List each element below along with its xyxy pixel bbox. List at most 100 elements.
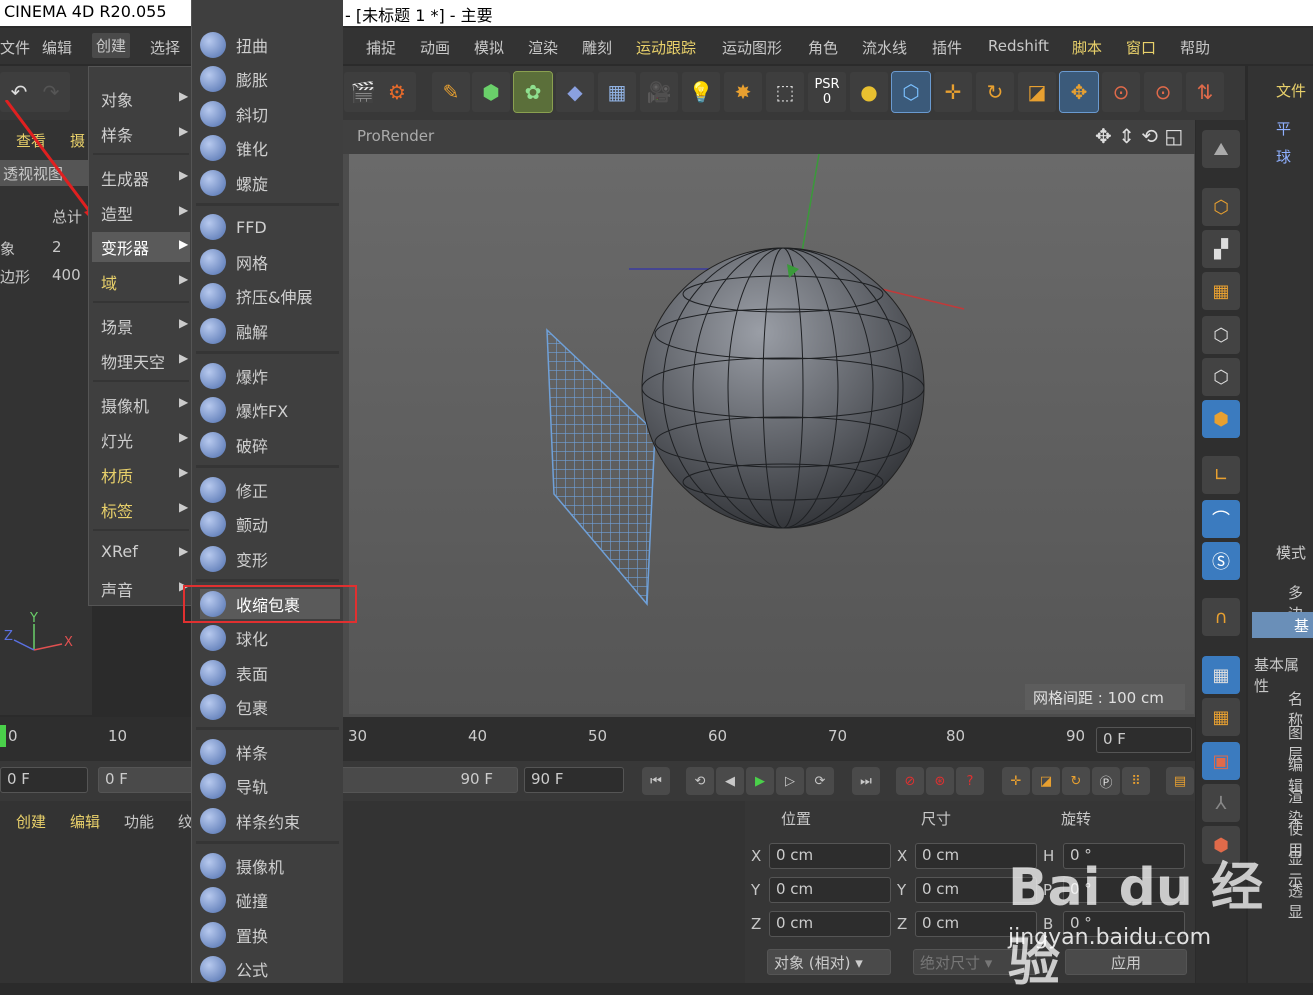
deformer-shear[interactable]: 斜切 <box>200 99 340 129</box>
start-frame-field[interactable]: 0 F <box>0 767 88 793</box>
mat-menu-function[interactable]: 功能 <box>124 811 154 832</box>
menu-render[interactable]: 渲染 <box>528 37 558 58</box>
cloner-icon[interactable]: ✿ <box>513 71 553 113</box>
coord-mode-dropdown[interactable]: 对象 (相对) ▾ <box>767 949 891 975</box>
attr-basic-tab[interactable]: 基 <box>1252 612 1313 638</box>
menu-motion-tracking[interactable]: 运动跟踪 <box>636 37 696 58</box>
menu-create[interactable]: 创建 <box>92 33 131 58</box>
viewport-solo-icon[interactable]: ▣ <box>1202 742 1240 780</box>
menu1-item-deformer[interactable]: 变形器 <box>101 235 149 259</box>
deformer-jiggle[interactable]: 颤动 <box>200 509 340 539</box>
menu-snap[interactable]: 捕捉 <box>366 37 396 58</box>
viewport-canvas[interactable] <box>349 153 1194 714</box>
renderer-label[interactable]: ProRender <box>357 127 434 145</box>
menu-animate[interactable]: 动画 <box>420 37 450 58</box>
menu1-item-light[interactable]: 灯光 <box>101 428 133 452</box>
pen-icon[interactable]: ✎ <box>432 72 470 112</box>
workplane-lock-icon[interactable]: ▦ <box>1202 656 1240 694</box>
deformer-camera[interactable]: 摄像机 <box>200 851 340 881</box>
deformer-spline[interactable]: 样条 <box>200 737 340 767</box>
menu1-item-sound[interactable]: 声音 <box>101 577 133 601</box>
deformer-displacer[interactable]: 置换 <box>200 920 340 950</box>
deformer-mesh[interactable]: 网格 <box>200 247 340 277</box>
menu1-item-object[interactable]: 对象 <box>101 87 133 111</box>
mat-menu-edit[interactable]: 编辑 <box>70 811 100 832</box>
record-icon[interactable]: ⊘ <box>896 767 924 795</box>
key-rotation-icon[interactable]: ↻ <box>1062 767 1090 795</box>
deformer-squash-stretch[interactable]: 挤压&伸展 <box>200 281 340 311</box>
coordinate-system-icon[interactable]: ● <box>850 72 888 112</box>
menu-edit[interactable]: 编辑 <box>42 37 72 58</box>
menu1-item-physical-sky[interactable]: 物理天空 <box>101 349 165 373</box>
menu1-item-spline[interactable]: 样条 <box>101 122 133 146</box>
polygons-mode-icon[interactable]: ⬢ <box>1202 400 1240 438</box>
pointer-icon[interactable]: ⊙ <box>1102 72 1140 112</box>
deformer-spline-wrap[interactable]: 样条约束 <box>200 806 340 836</box>
deformer-explosion[interactable]: 爆炸 <box>200 361 340 391</box>
polygon-mesh-icon[interactable]: ▦ <box>1202 272 1240 310</box>
cube-object-icon[interactable]: ⬡ <box>1202 188 1240 226</box>
attr-mode-menu[interactable]: 模式 <box>1276 542 1306 563</box>
goto-start-icon[interactable]: ⏮ <box>642 767 670 795</box>
next-key-icon[interactable]: ⟳ <box>806 767 834 795</box>
deformer-taper[interactable]: 锥化 <box>200 133 340 163</box>
deformer-formula[interactable]: 公式 <box>200 954 340 984</box>
camera-icon[interactable]: 🎥 <box>640 72 678 112</box>
menu1-item-tag[interactable]: 标签 <box>101 498 133 522</box>
play-icon[interactable]: ▶ <box>746 767 774 795</box>
deformer-bend[interactable]: 扭曲 <box>200 30 340 60</box>
scene-icon[interactable]: ⬚ <box>766 72 804 112</box>
deformer-ffd[interactable]: FFD <box>200 212 340 242</box>
key-position-icon[interactable]: ✛ <box>1002 767 1030 795</box>
deformer-collision[interactable]: 碰撞 <box>200 885 340 915</box>
menu1-item-material[interactable]: 材质 <box>101 463 133 487</box>
menu-mograph[interactable]: 运动图形 <box>722 37 782 58</box>
render-view-icon[interactable]: 🎬 <box>344 72 382 112</box>
deformer-explosion-fx[interactable]: 爆炸FX <box>200 395 340 425</box>
menu-plugins[interactable]: 插件 <box>932 37 962 58</box>
render-settings-icon[interactable]: ⚙ <box>378 72 416 112</box>
terrain-icon[interactable]: ⛰ <box>1202 130 1240 168</box>
key-scale-icon[interactable]: ◪ <box>1032 767 1060 795</box>
workplane-icon[interactable]: ▦ <box>1202 698 1240 736</box>
menu-redshift[interactable]: Redshift <box>988 37 1049 55</box>
snap-s-icon[interactable]: Ⓢ <box>1202 542 1240 580</box>
position-x-field[interactable]: 0 cm <box>769 843 891 869</box>
deformer-surface[interactable]: 表面 <box>200 658 340 688</box>
key-pla-icon[interactable]: ⠿ <box>1122 767 1150 795</box>
position-y-field[interactable]: 0 cm <box>769 877 891 903</box>
key-param-icon[interactable]: Ⓟ <box>1092 767 1120 795</box>
deformer-spherify[interactable]: 球化 <box>200 623 340 653</box>
goto-end-icon[interactable]: ⏭ <box>852 767 880 795</box>
menu1-item-modeling[interactable]: 造型 <box>101 201 133 225</box>
menu-help[interactable]: 帮助 <box>1180 37 1210 58</box>
effector-icon[interactable]: ✸ <box>724 72 762 112</box>
tweak-mode-icon[interactable]: ⌒ <box>1202 500 1240 538</box>
menu-simulate[interactable]: 模拟 <box>474 37 504 58</box>
axis-mode-icon[interactable]: ∟ <box>1202 456 1240 494</box>
prev-key-icon[interactable]: ⟲ <box>686 767 714 795</box>
current-frame-field[interactable]: 0 F <box>1096 727 1192 753</box>
menu1-item-xref[interactable]: XRef <box>101 542 138 561</box>
edges-mode-icon[interactable]: ⬡ <box>1202 358 1240 396</box>
model-mode-icon[interactable]: ⬡ <box>891 71 931 113</box>
scale-tool-icon[interactable]: ◪ <box>1018 72 1056 112</box>
menu1-item-field[interactable]: 域 <box>101 270 117 294</box>
menu1-item-generator[interactable]: 生成器 <box>101 166 149 190</box>
deformer-correction[interactable]: 修正 <box>200 475 340 505</box>
psr-icon[interactable]: PSR 0 <box>808 72 846 112</box>
cube-generator-icon[interactable]: ⬢ <box>472 72 510 112</box>
menu-pipeline[interactable]: 流水线 <box>862 37 907 58</box>
menu-window[interactable]: 窗口 <box>1126 37 1156 58</box>
deformer-rail[interactable]: 导轨 <box>200 771 340 801</box>
end-frame-field[interactable]: 90 F <box>524 767 624 793</box>
object-item-sphere[interactable]: 球 <box>1276 146 1291 167</box>
timeline-icon[interactable]: ▤ <box>1166 767 1194 795</box>
axis-icon[interactable]: ⇅ <box>1186 72 1224 112</box>
floor-icon[interactable]: ▦ <box>598 72 636 112</box>
pointer-alt-icon[interactable]: ⊙ <box>1144 72 1182 112</box>
object-item-plane[interactable]: 平 <box>1276 118 1291 139</box>
menu-script[interactable]: 脚本 <box>1072 37 1102 58</box>
timeline[interactable]: 0 10 30 40 50 60 70 80 90 0 F <box>0 717 1195 761</box>
rotate-tool-icon[interactable]: ↻ <box>976 72 1014 112</box>
